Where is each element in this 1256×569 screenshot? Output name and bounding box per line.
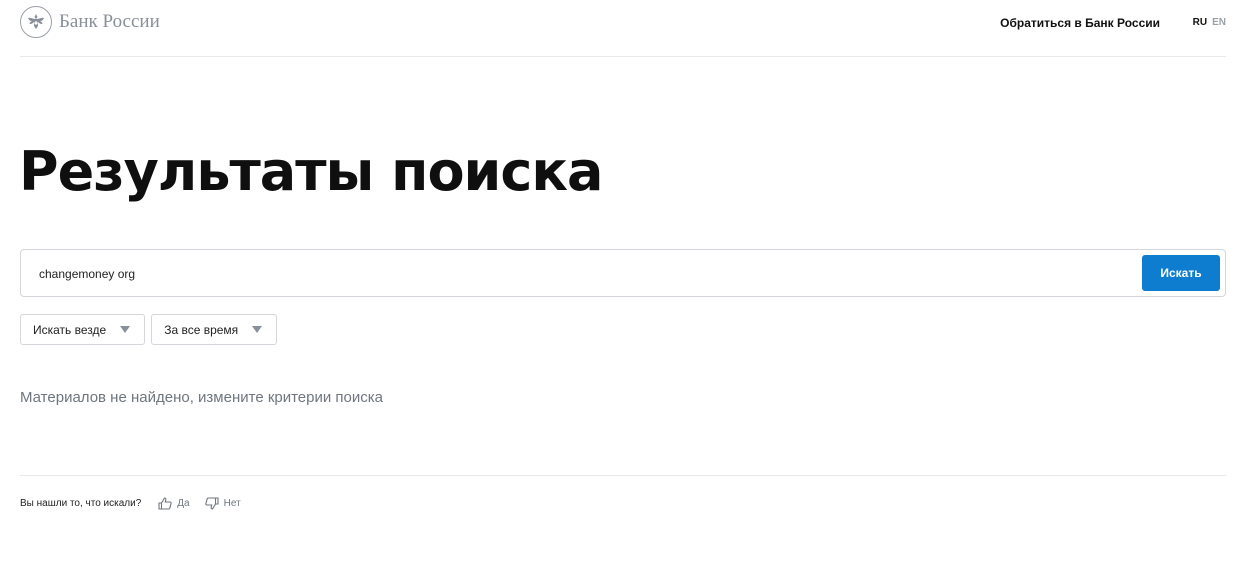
logo[interactable]: Банк России bbox=[20, 6, 160, 38]
lang-ru-link[interactable]: RU bbox=[1193, 17, 1207, 28]
search-bar: Искать bbox=[20, 249, 1226, 297]
triangle-down-icon bbox=[252, 326, 263, 333]
period-filter-dropdown[interactable]: За все время bbox=[151, 314, 278, 345]
feedback-yes-button[interactable]: Да bbox=[158, 497, 190, 510]
search-filters: Искать везде За все время bbox=[20, 314, 278, 345]
feedback-block: Вы нашли то, что искали? Да Нет bbox=[20, 497, 241, 510]
search-button[interactable]: Искать bbox=[1142, 255, 1220, 291]
feedback-question: Вы нашли то, что искали? bbox=[20, 498, 142, 509]
language-switcher: RU EN bbox=[1193, 17, 1226, 28]
feedback-no-label: Нет bbox=[223, 498, 241, 509]
no-results-message: Материалов не найдено, измените критерии… bbox=[20, 389, 383, 406]
logo-text: Банк России bbox=[59, 11, 160, 32]
divider bbox=[20, 475, 1226, 476]
thumbs-up-icon bbox=[158, 497, 172, 510]
feedback-no-button[interactable]: Нет bbox=[204, 497, 241, 510]
feedback-yes-label: Да bbox=[177, 498, 190, 509]
search-input[interactable] bbox=[39, 263, 1119, 285]
page-title: Результаты поиска bbox=[19, 140, 603, 203]
lang-en-link[interactable]: EN bbox=[1212, 17, 1226, 28]
contact-bank-link[interactable]: Обратиться в Банк России bbox=[1000, 16, 1160, 30]
site-header: Банк России Обратиться в Банк России RU … bbox=[20, 0, 1226, 57]
thumbs-down-icon bbox=[204, 497, 219, 510]
scope-filter-label: Искать везде bbox=[33, 322, 107, 337]
scope-filter-dropdown[interactable]: Искать везде bbox=[20, 314, 146, 345]
bank-emblem-icon bbox=[20, 6, 52, 38]
period-filter-label: За все время bbox=[164, 322, 239, 337]
triangle-down-icon bbox=[120, 326, 131, 333]
